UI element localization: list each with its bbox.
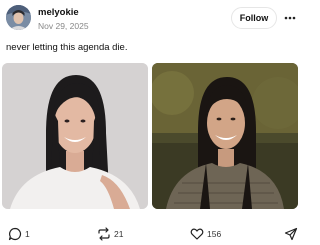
post-image-2[interactable] bbox=[152, 63, 298, 209]
like-button[interactable]: 156 bbox=[190, 225, 221, 243]
post-text: never letting this agenda die. bbox=[6, 42, 128, 53]
reply-button[interactable]: 1 bbox=[8, 225, 30, 243]
follow-button[interactable]: Follow bbox=[231, 7, 277, 29]
heart-icon bbox=[190, 227, 204, 241]
comment-icon bbox=[8, 227, 22, 241]
post-card: melyokie Nov 29, 2025 Follow never letti… bbox=[0, 0, 300, 245]
post-image-1[interactable] bbox=[2, 63, 148, 209]
repost-button[interactable]: 21 bbox=[97, 225, 123, 243]
send-icon bbox=[284, 227, 298, 241]
username[interactable]: melyokie bbox=[38, 7, 89, 18]
avatar[interactable] bbox=[6, 5, 31, 30]
repost-count: 21 bbox=[114, 229, 124, 239]
author-block: melyokie Nov 29, 2025 bbox=[38, 7, 89, 31]
post-date[interactable]: Nov 29, 2025 bbox=[38, 21, 89, 31]
repost-icon bbox=[97, 227, 111, 241]
like-count: 156 bbox=[207, 229, 222, 239]
post-header: melyokie Nov 29, 2025 Follow bbox=[6, 5, 296, 31]
post-actions: 1 21 156 bbox=[0, 225, 300, 243]
more-options-icon[interactable] bbox=[282, 10, 298, 26]
share-button[interactable] bbox=[284, 225, 298, 243]
reply-count: 1 bbox=[25, 229, 30, 239]
